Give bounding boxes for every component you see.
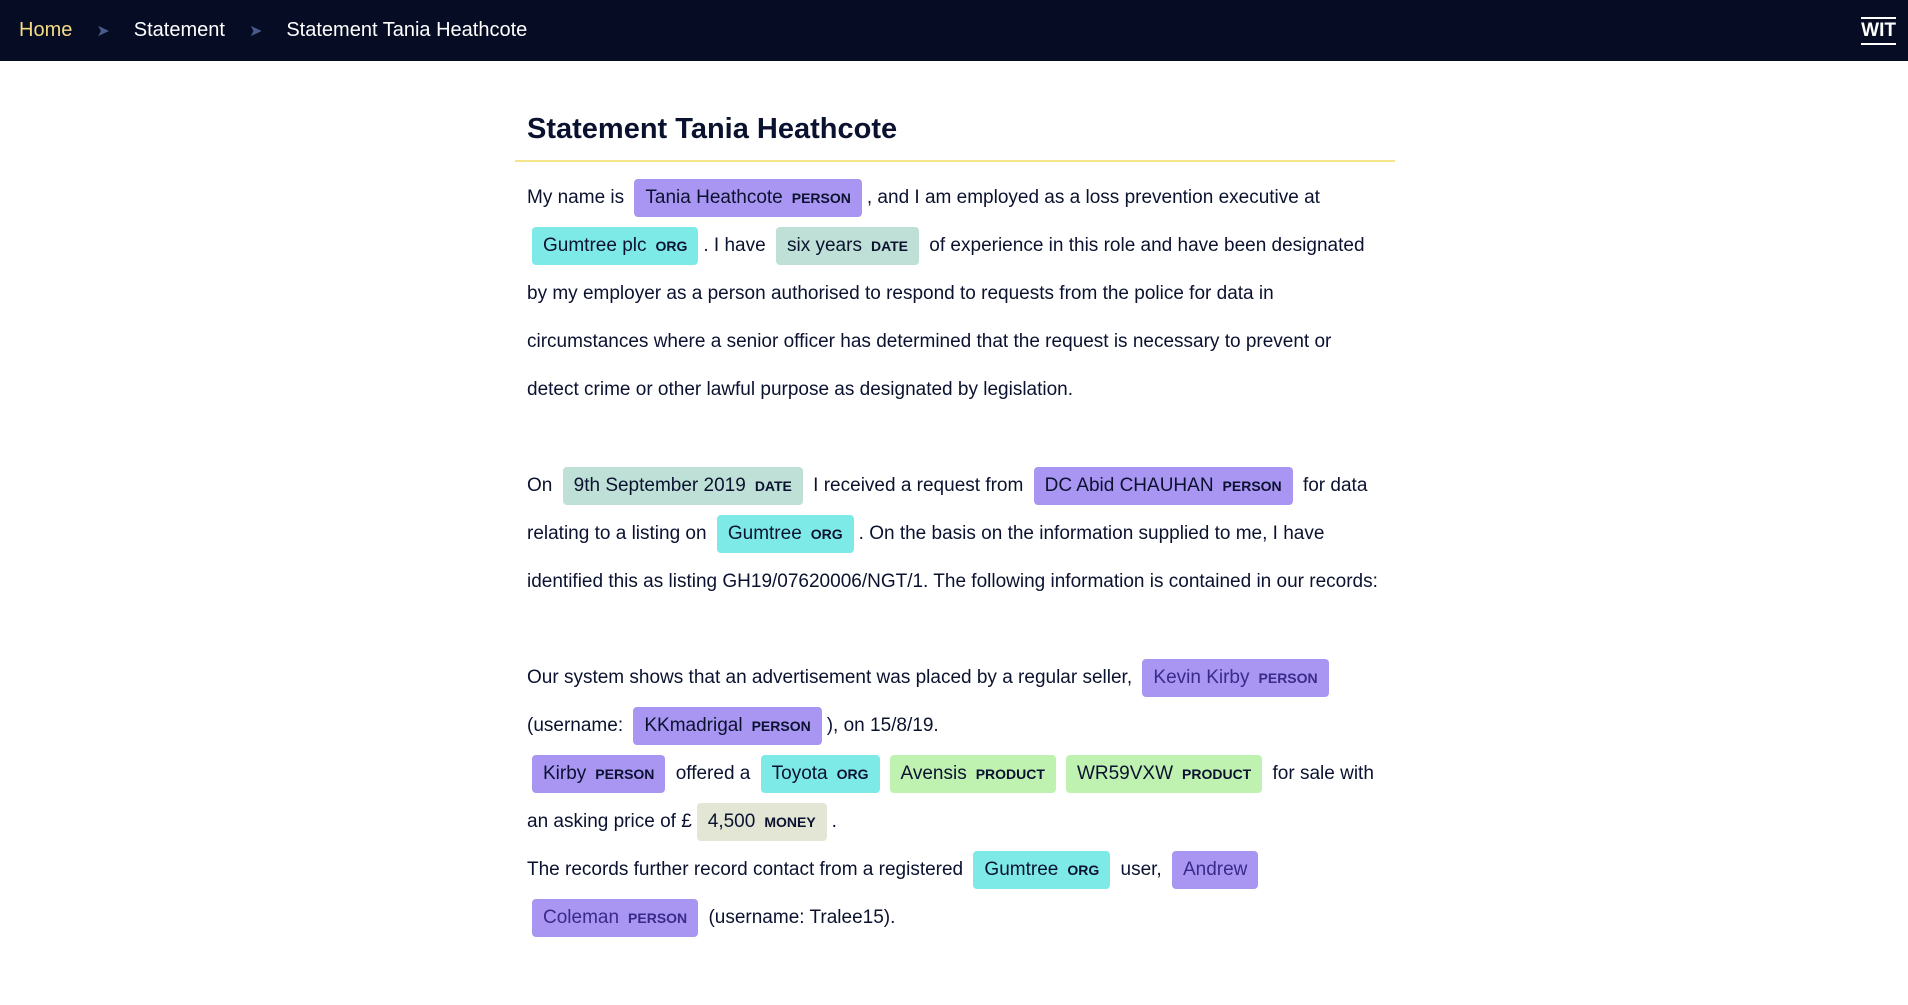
entity-person: Coleman PERSON	[532, 899, 699, 937]
entity-label: PERSON	[628, 910, 688, 926]
entity-label: PRODUCT	[975, 766, 1045, 782]
entity-label: ORG	[1067, 862, 1100, 878]
entity-product: WR59VXW PRODUCT	[1065, 755, 1263, 793]
breadcrumb-statement-link[interactable]: Statement	[134, 19, 225, 42]
paragraph-text: ), on 15/8/19.	[826, 715, 939, 736]
entity-text: Toyota	[771, 763, 828, 784]
statement-content: Statement Tania Heathcote My name is Tan…	[515, 61, 1395, 942]
entity-label: DATE	[870, 238, 909, 254]
paragraph-text: (username:	[527, 715, 629, 736]
entity-text: Gumtree plc	[543, 235, 647, 256]
entity-product: Avensis PRODUCT	[889, 755, 1056, 793]
entity-person: Kevin Kirby PERSON	[1142, 659, 1329, 697]
entity-person: Kirby PERSON	[532, 755, 666, 793]
entity-label: PERSON	[1258, 670, 1318, 686]
paragraph-text: Our system shows that an advertisement w…	[527, 667, 1138, 688]
entity-text: 9th September 2019	[573, 475, 746, 496]
breadcrumb-separator-icon: ➤	[96, 22, 110, 40]
entity-text: DC Abid CHAUHAN	[1044, 475, 1214, 496]
paragraph-text: offered a	[670, 763, 756, 784]
entity-label: ORG	[810, 526, 843, 542]
entity-text: Gumtree	[727, 523, 802, 544]
entity-org: Gumtree ORG	[716, 515, 854, 553]
entity-label: ORG	[655, 238, 688, 254]
paragraph-text: I received a request from	[807, 475, 1029, 496]
paragraph-text: user,	[1115, 859, 1167, 880]
entity-person: KKmadrigal PERSON	[633, 707, 822, 745]
breadcrumb-separator-icon: ➤	[248, 22, 263, 40]
entity-text: WR59VXW	[1076, 763, 1174, 784]
entity-person: DC Abid CHAUHAN PERSON	[1033, 467, 1293, 505]
breadcrumb: Home ➤ Statement ➤ Statement Tania Heath…	[19, 19, 527, 42]
statement-paragraph: My name is Tania Heathcote PERSON , and I …	[527, 174, 1387, 414]
statement-paragraph: Our system shows that an advertisement w…	[527, 654, 1387, 750]
statement-paragraph: The records further record contact from …	[527, 846, 1387, 942]
entity-text: six years	[786, 235, 862, 256]
app-logo[interactable]: WIT	[1861, 16, 1896, 45]
paragraph-text: On	[527, 475, 558, 496]
entity-text: Tania Heathcote	[645, 187, 783, 208]
entity-label: PERSON	[595, 766, 655, 782]
entity-text: Andrew	[1182, 859, 1248, 880]
paragraph-text: The records further record contact from …	[527, 859, 969, 880]
entity-text: 4,500	[707, 811, 756, 832]
entity-label: ORG	[836, 766, 869, 782]
entity-text: Avensis	[900, 763, 967, 784]
page-title: Statement Tania Heathcote	[527, 113, 898, 145]
paragraph-text: . I have	[703, 235, 771, 256]
entity-label: PRODUCT	[1182, 766, 1252, 782]
paragraph-text: (username: Tralee15).	[703, 907, 896, 928]
entity-label: PERSON	[791, 190, 851, 206]
entity-text: Kirby	[543, 763, 587, 784]
title-divider	[515, 160, 1395, 162]
entity-text: KKmadrigal	[644, 715, 743, 736]
paragraph-text: My name is	[527, 187, 630, 208]
entity-text: Kevin Kirby	[1153, 667, 1250, 688]
breadcrumb-home-link[interactable]: Home	[19, 19, 72, 42]
top-bar: Home ➤ Statement ➤ Statement Tania Heath…	[0, 0, 1908, 61]
entity-person: Tania Heathcote PERSON	[634, 179, 862, 217]
entity-person: Andrew	[1171, 851, 1259, 889]
entity-money: 4,500 MONEY	[696, 803, 827, 841]
entity-label: MONEY	[764, 814, 816, 830]
entity-org: Gumtree ORG	[973, 851, 1111, 889]
entity-label: DATE	[754, 478, 792, 494]
statement-paragraph: Kirby PERSON offered a Toyota ORG Avensis PR…	[527, 750, 1387, 846]
entity-label: PERSON	[751, 718, 811, 734]
entity-date: 9th September 2019 DATE	[562, 467, 803, 505]
entity-org: Gumtree plc ORG	[532, 227, 699, 265]
statement-paragraph: On 9th September 2019 DATE I received a r…	[527, 462, 1387, 606]
breadcrumb-current: Statement Tania Heathcote	[286, 19, 528, 41]
entity-date: six years DATE	[775, 227, 920, 265]
paragraph-text: .	[831, 811, 837, 832]
entity-label: PERSON	[1222, 478, 1282, 494]
entity-org: Toyota ORG	[760, 755, 880, 793]
paragraph-text: , and I am employed as a loss prevention…	[866, 187, 1320, 208]
entity-text: Gumtree	[984, 859, 1059, 880]
entity-text: Coleman	[543, 907, 620, 928]
